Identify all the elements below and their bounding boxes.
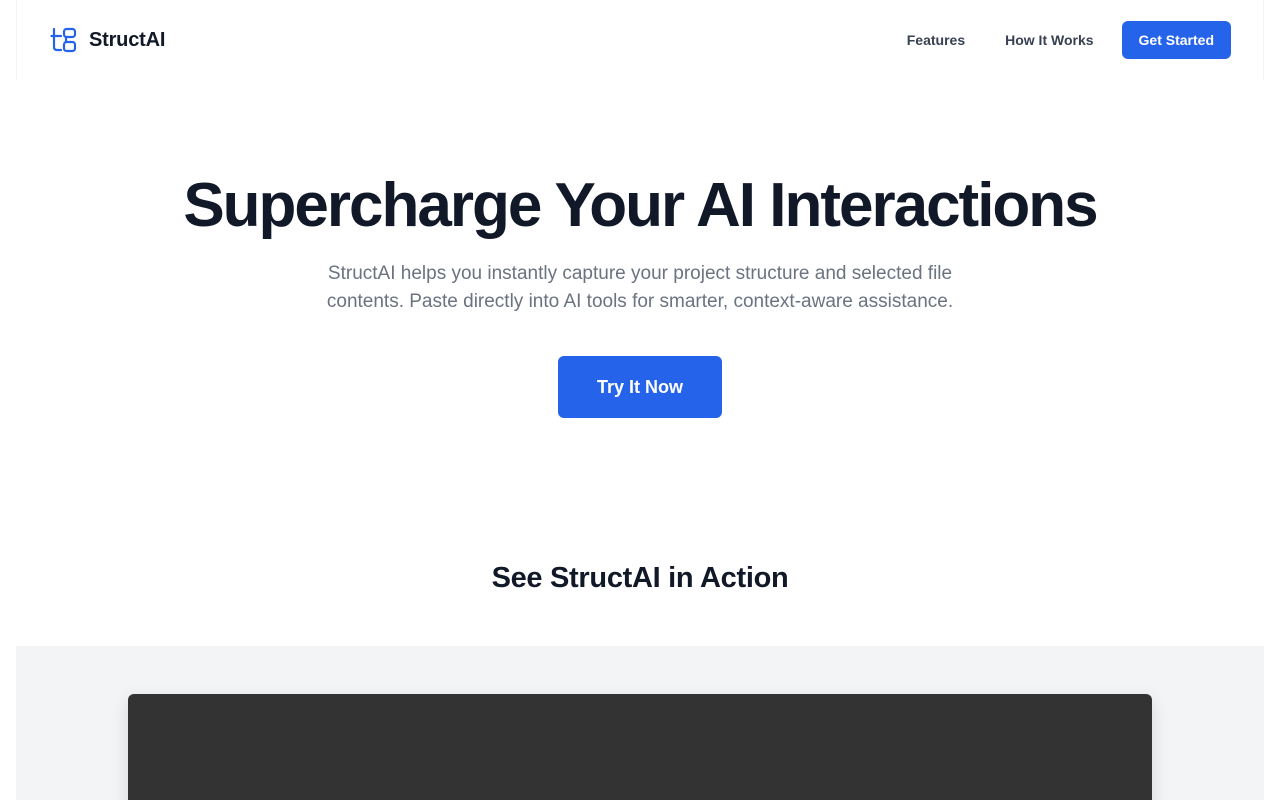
tree-structure-icon (50, 27, 77, 53)
site-header: StructAI Features How It Works Get Start… (16, 0, 1264, 80)
demo-video-window[interactable] (128, 694, 1152, 800)
get-started-button[interactable]: Get Started (1121, 21, 1231, 59)
main-nav: Features How It Works Get Started (907, 21, 1231, 59)
nav-link-features[interactable]: Features (907, 32, 965, 48)
brand-name: StructAI (89, 28, 166, 51)
landing-page: StructAI Features How It Works Get Start… (0, 0, 1280, 800)
demo-area (16, 646, 1264, 800)
hero-title: Supercharge Your AI Interactions (183, 171, 1098, 240)
hero-subtitle: StructAI helps you instantly capture you… (326, 263, 954, 312)
brand[interactable]: StructAI (49, 25, 165, 55)
try-it-now-button[interactable]: Try It Now (558, 356, 722, 418)
demo-section-title: See StructAI in Action (491, 562, 789, 594)
nav-link-how-it-works[interactable]: How It Works (1005, 32, 1093, 48)
